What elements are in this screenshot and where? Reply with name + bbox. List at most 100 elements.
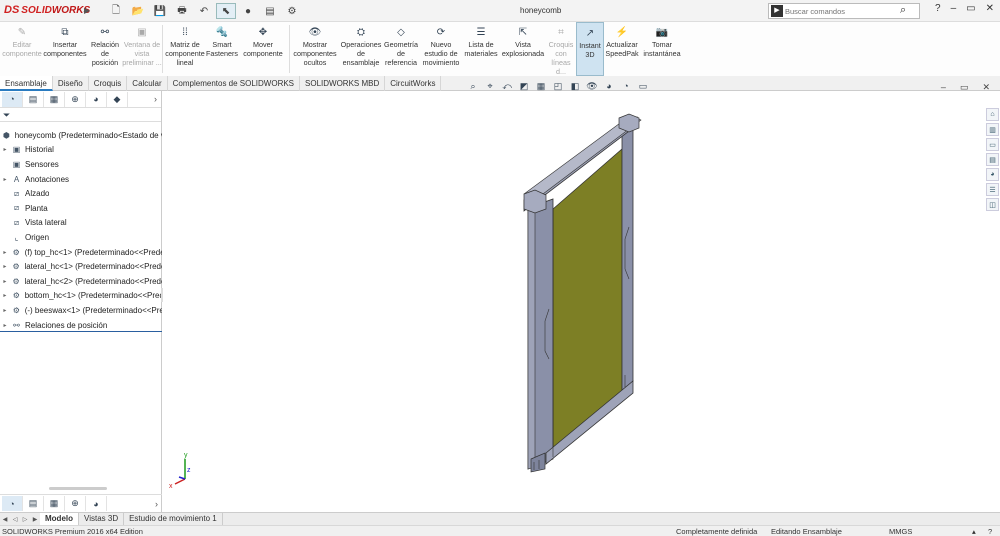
previous-view-icon[interactable]: ⤺ (500, 81, 514, 92)
search-icon[interactable]: ⌕ (900, 4, 906, 17)
status-help-icon[interactable]: ? (988, 527, 992, 536)
tab-circuitworks[interactable]: CircuitWorks (385, 76, 442, 91)
tree-item-alzado[interactable]: ⧄ Alzado (0, 186, 162, 201)
close-icon[interactable]: ✕ (986, 3, 994, 14)
take-snapshot-button[interactable]: 📷 Tomar instantánea (640, 22, 684, 76)
solidworks-logo[interactable]: DS SOLID WORKS (4, 4, 90, 16)
property-manager-tab-icon[interactable]: ▤ (23, 91, 44, 107)
tab-first-arrow-icon[interactable]: ◀ (0, 516, 10, 523)
section-view-icon[interactable]: ◩ (517, 81, 531, 92)
expand-icon[interactable]: ▸ (0, 263, 10, 270)
tree-item-vista-lateral[interactable]: ⧄ Vista lateral (0, 216, 162, 231)
expand-icon[interactable]: ▸ (0, 176, 10, 183)
design-library-icon[interactable]: ▥ (986, 123, 999, 136)
tree-item-bottom-hc[interactable]: ▸ ⚙ bottom_hc<1> (Predeterminado<<Pred (0, 289, 162, 304)
reference-geometry-button[interactable]: ◇ Geometría de referencia (382, 22, 420, 76)
tab-last-arrow-icon[interactable]: ▶ (30, 516, 40, 523)
file-explorer-icon[interactable]: ▭ (986, 138, 999, 151)
tree-item-anotaciones[interactable]: ▸ A Anotaciones (0, 172, 162, 187)
display-manager-tab-icon[interactable]: ◕ (86, 91, 107, 107)
status-units[interactable]: MMGS (889, 527, 912, 536)
options-icon[interactable]: ⚙ (282, 3, 302, 19)
tree-root[interactable]: ⬢ honeycomb (Predeterminado<Estado de v (0, 128, 162, 143)
dimxpert-tab-icon[interactable]: ⊕ (65, 496, 86, 511)
dynamic-annotation-icon[interactable]: ▦ (534, 81, 548, 92)
view-orientation-icon[interactable]: ◰ (551, 81, 565, 92)
tab-calcular[interactable]: Calcular (127, 76, 168, 91)
hide-show-items-icon[interactable]: 👁 (585, 81, 599, 92)
print-icon[interactable]: 🖶 (172, 3, 192, 19)
expand-icon[interactable]: ▸ (0, 292, 10, 299)
configuration-manager-tab-icon[interactable]: ▦ (44, 91, 65, 107)
custom-properties-icon[interactable]: ☰ (986, 183, 999, 196)
tree-item-origen[interactable]: ⌞ Origen (0, 230, 162, 245)
new-motion-study-button[interactable]: ⟳ Nuevo estudio de movimiento (420, 22, 462, 76)
tab-prev-arrow-icon[interactable]: ◁ (10, 516, 20, 523)
minimize-icon[interactable]: – (951, 3, 957, 14)
tree-item-historial[interactable]: ▸ ▣ Historial (0, 143, 162, 158)
move-component-button[interactable]: ✥ Mover componente (237, 22, 289, 76)
undo-icon[interactable]: ↶ (194, 3, 214, 19)
new-document-icon[interactable]: 🗋 (106, 3, 126, 19)
assembly-features-button[interactable]: ⛭ Operaciones de ensamblaje (340, 22, 382, 76)
tree-filter[interactable]: ⏷ (0, 108, 161, 122)
tree-item-beeswax[interactable]: ▸ ⚙ (-) beeswax<1> (Predeterminado<<Pre (0, 303, 162, 318)
model-canvas[interactable]: y x z (163, 91, 1000, 512)
expand-icon[interactable]: ▸ (0, 307, 10, 314)
solidworks-forum-icon[interactable]: ◫ (986, 198, 999, 211)
tree-item-lateral-hc-1[interactable]: ▸ ⚙ lateral_hc<1> (Predeterminado<<Prede (0, 259, 162, 274)
tab-croquis[interactable]: Croquis (89, 76, 128, 91)
zoom-to-fit-icon[interactable]: ⌕ (466, 81, 480, 92)
expand-icon[interactable]: ▸ (0, 278, 10, 285)
panel-next-arrow-icon[interactable]: › (154, 94, 157, 104)
select-icon[interactable]: ⬉ (216, 3, 236, 19)
linear-pattern-button[interactable]: ⁞⁞ Matriz de componente lineal (163, 22, 207, 76)
feature-tree-tab-icon[interactable]: ◔ (2, 91, 23, 107)
tab-estudio-movimiento[interactable]: Estudio de movimiento 1 (124, 513, 223, 525)
preview-window-button[interactable]: ▣ Ventana de vista preliminar ... (122, 22, 162, 76)
edit-component-button[interactable]: ✎ Editar componente (2, 22, 42, 76)
display-style-icon[interactable]: ◧ (568, 81, 582, 92)
solidworks-resources-icon[interactable]: ⌂ (986, 108, 999, 121)
tree-horizontal-scrollbar[interactable] (49, 487, 107, 490)
viewport-restore-icon[interactable]: ▭ (960, 82, 969, 93)
expand-icon[interactable]: ▸ (0, 249, 10, 256)
tree-item-lateral-hc-2[interactable]: ▸ ⚙ lateral_hc<2> (Predeterminado<<Prede (0, 274, 162, 289)
view-settings-icon[interactable]: ▭ (636, 81, 650, 92)
cam-tab-icon[interactable]: ◆ (107, 91, 128, 107)
restore-icon[interactable]: ▭ (966, 3, 975, 14)
feature-tree-tab-icon[interactable]: ◔ (2, 496, 23, 511)
bill-of-materials-button[interactable]: ☰ Lista de materiales (462, 22, 500, 76)
lateral-bar-right[interactable] (621, 118, 634, 393)
filter-icon[interactable]: ⏷ (3, 110, 10, 120)
tab-diseno[interactable]: Diseño (53, 76, 89, 91)
rebuild-icon[interactable]: ● (238, 3, 258, 19)
tab-solidworks-mbd[interactable]: SOLIDWORKS MBD (300, 76, 386, 91)
file-properties-icon[interactable]: ▤ (260, 3, 280, 19)
display-manager-tab-icon[interactable]: ◕ (86, 496, 107, 511)
dimxpert-tab-icon[interactable]: ⊕ (65, 91, 86, 107)
expand-icon[interactable]: ▸ (0, 146, 10, 153)
help-icon[interactable]: ? (935, 3, 941, 14)
tree-item-top-hc[interactable]: ▸ ⚙ (f) top_hc<1> (Predeterminado<<Prede (0, 245, 162, 260)
configuration-manager-tab-icon[interactable]: ▦ (44, 496, 65, 511)
mate-button[interactable]: ⚯ Relación de posición (88, 22, 122, 76)
edit-appearance-icon[interactable]: ◕ (602, 81, 616, 92)
exploded-view-button[interactable]: ⇱ Vista explosionada (500, 22, 546, 76)
smart-fasteners-button[interactable]: 🔩 Smart Fasteners (206, 22, 238, 76)
tab-complementos[interactable]: Complementos de SOLIDWORKS (168, 76, 301, 91)
property-manager-tab-icon[interactable]: ▤ (23, 496, 44, 511)
honeycomb-model[interactable] (523, 113, 642, 473)
show-hidden-components-button[interactable]: 👁 Mostrar componentes ocultos (290, 22, 340, 76)
top-end-block-right[interactable] (618, 113, 640, 133)
panel-next-arrow-icon[interactable]: › (155, 499, 158, 509)
update-speedpak-button[interactable]: ⚡ Actualizar SpeedPak (604, 22, 640, 76)
view-palette-icon[interactable]: ▤ (986, 153, 999, 166)
viewport-minimize-icon[interactable]: – (941, 82, 946, 93)
expand-icon[interactable]: ▸ (0, 322, 10, 329)
status-more-icon[interactable]: ▴ (972, 527, 976, 536)
appearances-icon[interactable]: ◕ (986, 168, 999, 181)
tree-item-planta[interactable]: ⧄ Planta (0, 201, 162, 216)
open-icon[interactable]: 📂 (128, 3, 148, 19)
tab-modelo[interactable]: Modelo (40, 513, 79, 525)
